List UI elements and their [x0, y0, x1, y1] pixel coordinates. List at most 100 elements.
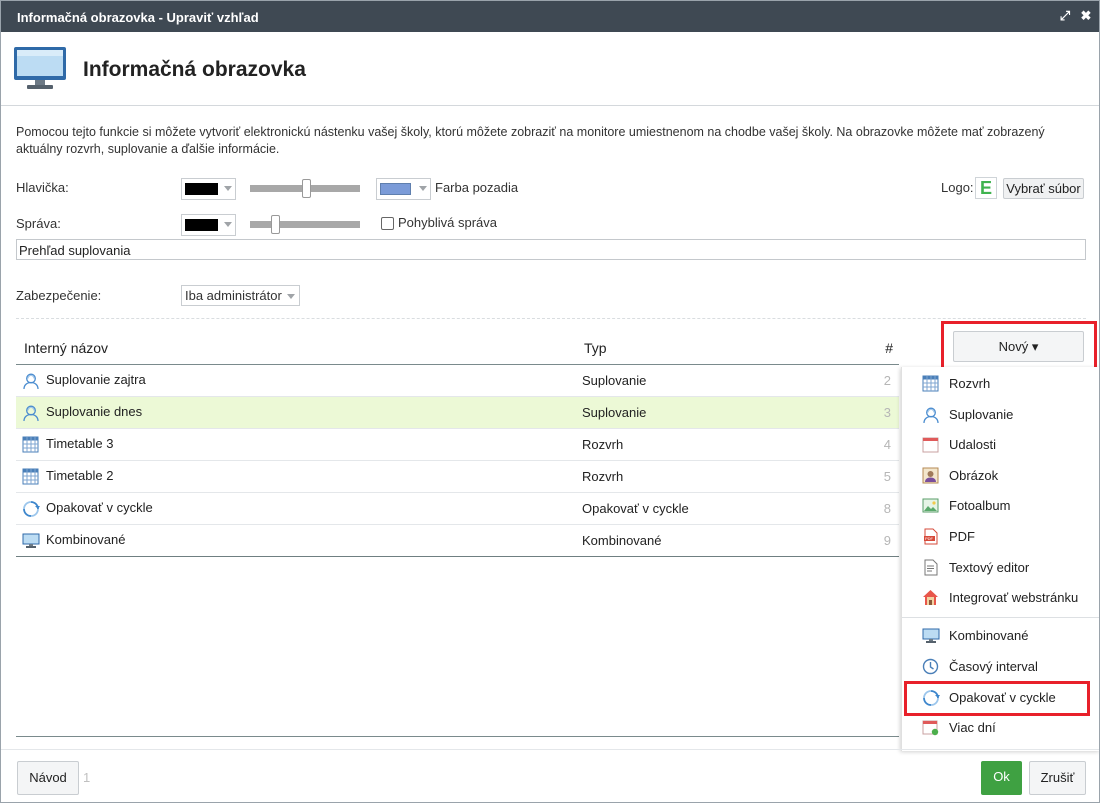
close-icon[interactable]: ✖ [1077, 6, 1095, 26]
header-label: Hlavička: [16, 180, 69, 195]
monitor-icon [922, 627, 940, 644]
pdf-icon: PDF [922, 528, 939, 545]
menu-item-label: Textový editor [949, 560, 1030, 575]
menu-item-clock[interactable]: Časový interval [902, 653, 1099, 681]
table-row[interactable]: Suplovanie dnes Suplovanie 3 [16, 397, 899, 429]
dialog-window: Informačná obrazovka - Upraviť vzhľad ⤢ … [0, 0, 1100, 803]
menu-item-timetable[interactable]: Rozvrh [902, 370, 1099, 398]
message-text-color-picker[interactable] [181, 214, 236, 236]
message-label: Správa: [16, 216, 61, 231]
substitution-icon [22, 372, 40, 390]
logo-label: Logo: [941, 180, 974, 195]
moving-message-label: Pohyblivá správa [398, 215, 497, 230]
row-type: Rozvrh [582, 437, 624, 452]
timetable-icon [22, 436, 40, 454]
page-header: Informačná obrazovka [1, 32, 1099, 106]
menu-separator [902, 617, 1099, 618]
table-body: Suplovanie zajtra Suplovanie 2 Suplovanie d… [16, 365, 899, 557]
table-row[interactable]: Kombinované Kombinované 9 [16, 525, 899, 557]
menu-item-label: Obrázok [949, 468, 999, 483]
screens-table: Interný názov Typ # Suplovanie zajtra Sup… [16, 331, 899, 557]
header-bg-color-picker[interactable] [376, 178, 431, 200]
row-number: 2 [883, 373, 891, 388]
menu-item-monitor[interactable]: Kombinované [902, 622, 1099, 650]
table-row[interactable]: Suplovanie zajtra Suplovanie 2 [16, 365, 899, 397]
monitor-icon [14, 47, 66, 89]
message-text-input[interactable]: Prehľad suplovania [16, 239, 1086, 260]
menu-item-calendar[interactable]: Udalosti [902, 431, 1099, 459]
chevron-down-icon [287, 294, 295, 299]
window-title: Informačná obrazovka - Upraviť vzhľad [17, 10, 259, 25]
menu-item-multi-day-calendar[interactable]: Viac dní [902, 714, 1099, 742]
calendar-icon [922, 436, 939, 453]
substitution-icon [22, 404, 40, 422]
photo-album-icon [922, 497, 939, 514]
slider-thumb[interactable] [271, 215, 280, 234]
row-type: Suplovanie [582, 373, 647, 388]
row-number: 8 [883, 501, 891, 516]
choose-file-button[interactable]: Vybrať súbor [1003, 178, 1084, 199]
menu-item-label: PDF [949, 529, 975, 544]
footer-divider [1, 749, 1099, 750]
substitution-icon [922, 406, 939, 424]
ok-button[interactable]: Ok [981, 761, 1022, 795]
svg-text:PDF: PDF [925, 536, 934, 541]
menu-item-picture[interactable]: Obrázok [902, 462, 1099, 490]
row-name: Kombinované [46, 532, 126, 547]
chevron-down-icon [419, 186, 427, 191]
header-text-color-picker[interactable] [181, 178, 236, 200]
row-type: Rozvrh [582, 469, 624, 484]
menu-item-photo-album[interactable]: Fotoalbum [902, 492, 1099, 520]
timetable-icon [22, 468, 40, 486]
row-number: 9 [883, 533, 891, 548]
table-row[interactable]: Timetable 2 Rozvrh 5 [16, 461, 899, 493]
help-button[interactable]: Návod [17, 761, 79, 795]
menu-item-pdf[interactable]: PDF PDF [902, 523, 1099, 551]
slider-thumb[interactable] [302, 179, 311, 198]
menu-item-label: Udalosti [949, 437, 996, 452]
title-bar[interactable]: Informačná obrazovka - Upraviť vzhľad ⤢ … [1, 1, 1099, 32]
menu-item-text-editor[interactable]: Textový editor [902, 554, 1099, 582]
header-opacity-slider[interactable] [250, 178, 360, 198]
row-number: 3 [883, 405, 891, 420]
timetable-icon [922, 375, 939, 392]
table-header: Interný názov Typ # [16, 331, 899, 365]
picture-icon [922, 467, 939, 484]
text-editor-icon [922, 559, 939, 576]
logo-letter: E [980, 178, 993, 198]
security-select[interactable]: Iba administrátor [181, 285, 300, 306]
menu-item-label: Rozvrh [949, 376, 991, 391]
column-header-type[interactable]: Typ [584, 340, 607, 356]
column-header-number[interactable]: # [885, 340, 893, 356]
row-name: Suplovanie zajtra [46, 372, 146, 387]
description-text: Pomocou tejto funkcie si môžete vytvoriť… [16, 125, 1045, 156]
table-row[interactable]: Opakovať v cyckle Opakovať v cyckle 8 [16, 493, 899, 525]
row-type: Suplovanie [582, 405, 647, 420]
menu-item-label: Kombinované [949, 628, 1029, 643]
security-select-value: Iba administrátor [185, 288, 282, 303]
multi-day-calendar-icon [922, 719, 939, 736]
row-name: Opakovať v cyckle [46, 500, 153, 515]
color-swatch [185, 219, 218, 231]
menu-item-label: Časový interval [949, 659, 1038, 674]
row-name: Suplovanie dnes [46, 404, 143, 419]
repeat-cycle-icon [22, 500, 40, 518]
message-speed-slider[interactable] [250, 214, 360, 234]
maximize-icon[interactable]: ⤢ [1056, 6, 1074, 26]
background-color-label: Farba pozadia [435, 180, 519, 195]
cancel-button[interactable]: Zrušiť [1029, 761, 1086, 795]
column-header-name[interactable]: Interný názov [24, 340, 108, 356]
row-type: Opakovať v cyckle [582, 501, 689, 516]
menu-item-substitution[interactable]: Suplovanie [902, 401, 1099, 429]
menu-item-house[interactable]: Integrovať webstránku [902, 584, 1099, 612]
table-bottom-border [16, 736, 899, 737]
color-swatch [380, 183, 411, 195]
row-number: 5 [883, 469, 891, 484]
color-swatch [185, 183, 218, 195]
chevron-down-icon [224, 186, 232, 191]
table-row[interactable]: Timetable 3 Rozvrh 4 [16, 429, 899, 461]
slider-track [250, 221, 360, 228]
menu-item-label: Suplovanie [949, 407, 1014, 422]
row-number: 4 [883, 437, 891, 452]
moving-message-checkbox[interactable] [381, 217, 394, 230]
